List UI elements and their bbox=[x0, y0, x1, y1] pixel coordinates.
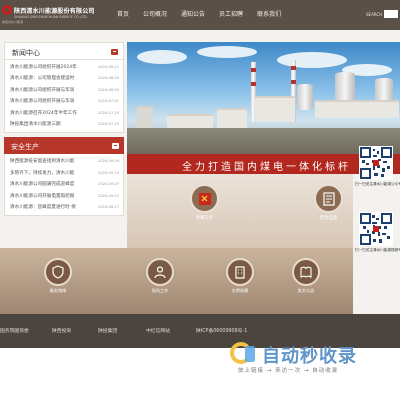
gold-tile-civil[interactable]: 文明创建 bbox=[210, 258, 270, 294]
company-name-en: SHAANXI QINGSHUICHUAN ENERGY CO.,LTD. bbox=[14, 15, 88, 19]
list-item[interactable]: 清水川能源公司组织开展与华润 2024-07-31 bbox=[5, 96, 123, 107]
qr-column: 扫一扫关注清水川能源公众号 扫一扫关注清水川能源视频号 bbox=[353, 146, 400, 296]
book-icon bbox=[292, 258, 320, 286]
gold-tile-notice[interactable]: 发文公告 bbox=[276, 258, 336, 294]
qr-label-1: 扫一扫关注清水川能源公众号 bbox=[355, 182, 400, 186]
nav-item-contact[interactable]: 联系我们 bbox=[250, 0, 288, 30]
hero-banner[interactable] bbox=[127, 42, 400, 154]
list-item[interactable]: 清水川能源公司圆满完成迎峰度 2024-09-07 bbox=[5, 179, 123, 190]
shield-icon bbox=[44, 258, 72, 286]
safety-list: 陕西能源投安督查组到清水川能 2024-09-09 多管齐下，持续发力，清水川能 2… bbox=[5, 154, 123, 215]
service-strip: 服务指南 党风工作 文明创建 发文公告 bbox=[0, 248, 353, 314]
footer-link[interactable]: 中红信网站 bbox=[146, 327, 170, 334]
top-header: 陕西清水川能源股份有限公司 SHAANXI QINGSHUICHUAN ENER… bbox=[0, 0, 400, 30]
nav-item-jobs[interactable]: 员工招聘 bbox=[212, 0, 250, 30]
company-logo[interactable]: 陕西清水川能源股份有限公司 SHAANXI QINGSHUICHUAN ENER… bbox=[2, 4, 112, 26]
nav-item-about[interactable]: 公司概况 bbox=[136, 0, 174, 30]
logo-emblem-icon bbox=[2, 5, 12, 15]
watermark-subtitle: 放上链接 → 来访一次 → 自动收录 bbox=[238, 368, 339, 374]
list-item[interactable]: 清水川能源公司开展电量再挖掘 2024-09-07 bbox=[5, 191, 123, 202]
list-item[interactable]: 清水川能源：公司管理会建运村 2024-08-05 bbox=[5, 73, 123, 84]
left-column: 新闻中心 清水川能源公司组织开展2024年 2024-08-11 清水川能源：公司… bbox=[0, 42, 124, 248]
person-icon bbox=[146, 258, 174, 286]
tile-info[interactable]: 综合信息 bbox=[313, 184, 344, 221]
footer-link[interactable]: 陕西投资 bbox=[52, 327, 71, 334]
qr-code-1 bbox=[359, 146, 393, 180]
qr-label-2: 扫一扫关注清水川能源视频号 bbox=[355, 248, 400, 252]
safety-panel-title: 安全生产 bbox=[11, 143, 39, 152]
tile-info-label: 综合信息 bbox=[319, 216, 338, 221]
document-icon bbox=[314, 184, 343, 213]
news-list: 清水川能源公司组织开展2024年 2024-08-11 清水川能源：公司管理会建运… bbox=[5, 60, 123, 132]
cloud bbox=[137, 50, 187, 64]
plant-building bbox=[217, 108, 247, 130]
cloud bbox=[197, 46, 257, 58]
company-name-sub: 陕西清水川能源 bbox=[2, 20, 24, 24]
list-item[interactable]: 清水川能源召开2024年半年工作 2024-07-29 bbox=[5, 108, 123, 119]
feature-tiles: 党建工作 综合信息 bbox=[127, 174, 353, 248]
footer-link[interactable]: 陕ICP备06009908号-1 bbox=[196, 327, 247, 334]
nav-item-notice[interactable]: 通知公告 bbox=[174, 0, 212, 30]
building-icon bbox=[226, 258, 254, 286]
company-name-cn: 陕西清水川能源股份有限公司 bbox=[14, 8, 95, 15]
footer-link[interactable]: 陕投集团 bbox=[98, 327, 117, 334]
list-item[interactable]: 清水川能源：迎峰度夏进行时 保 2024-08-17 bbox=[5, 202, 123, 213]
news-panel-header: 新闻中心 bbox=[5, 43, 123, 60]
safety-panel-header: 安全生产 bbox=[4, 137, 124, 155]
plant-building bbox=[315, 100, 399, 118]
cooling-tower bbox=[297, 84, 313, 110]
safety-panel: 陕西能源投安督查组到清水川能 2024-09-09 多管齐下，持续发力，清水川能 2… bbox=[4, 154, 124, 217]
search-input[interactable] bbox=[384, 10, 398, 18]
footer-link[interactable]: 国务院国资委 bbox=[0, 327, 29, 334]
more-icon[interactable] bbox=[112, 143, 119, 150]
tile-party-label: 党建工作 bbox=[195, 216, 214, 221]
nav-item-home[interactable]: 首页 bbox=[110, 0, 136, 30]
news-panel-title: 新闻中心 bbox=[12, 49, 40, 57]
list-item[interactable]: 清水川能源公司组织开展2024年 2024-08-11 bbox=[5, 62, 123, 73]
gold-tile-label: 文明创建 bbox=[231, 288, 249, 293]
cloud bbox=[277, 52, 347, 68]
news-panel: 新闻中心 清水川能源公司组织开展2024年 2024-08-11 清水川能源：公司… bbox=[4, 42, 124, 134]
gold-tile-label: 党风工作 bbox=[151, 288, 169, 293]
party-flag-icon bbox=[190, 184, 219, 213]
gold-tile-style[interactable]: 党风工作 bbox=[130, 258, 190, 294]
gold-tile-label: 服务指南 bbox=[49, 288, 67, 293]
gold-tile-guide[interactable]: 服务指南 bbox=[28, 258, 88, 294]
qr-code-2 bbox=[359, 212, 393, 246]
gold-tile-label: 发文公告 bbox=[297, 288, 315, 293]
more-icon[interactable] bbox=[111, 49, 118, 55]
tile-party[interactable]: 党建工作 bbox=[189, 184, 220, 221]
list-item[interactable]: 多管齐下，持续发力，清水川能 2024-09-14 bbox=[5, 168, 123, 179]
list-item[interactable]: 清水川能源公司组织开展与华润 2024-08-05 bbox=[5, 85, 123, 96]
list-item[interactable]: 陕西能源投安督查组到清水川能 2024-09-09 bbox=[5, 156, 123, 167]
list-item[interactable]: 陕投集团清水川能源三期 2024-07-23 bbox=[5, 119, 123, 130]
search-label: SEARCH bbox=[366, 12, 383, 17]
watermark-title: 自动秒收录 bbox=[262, 346, 357, 367]
page: 陕西清水川能源股份有限公司 SHAANXI QINGSHUICHUAN ENER… bbox=[0, 0, 400, 400]
watermark-logo-icon bbox=[245, 346, 255, 362]
main-nav: 首页 公司概况 通知公告 员工招聘 联系我们 bbox=[110, 0, 288, 30]
plant-building bbox=[255, 96, 295, 122]
